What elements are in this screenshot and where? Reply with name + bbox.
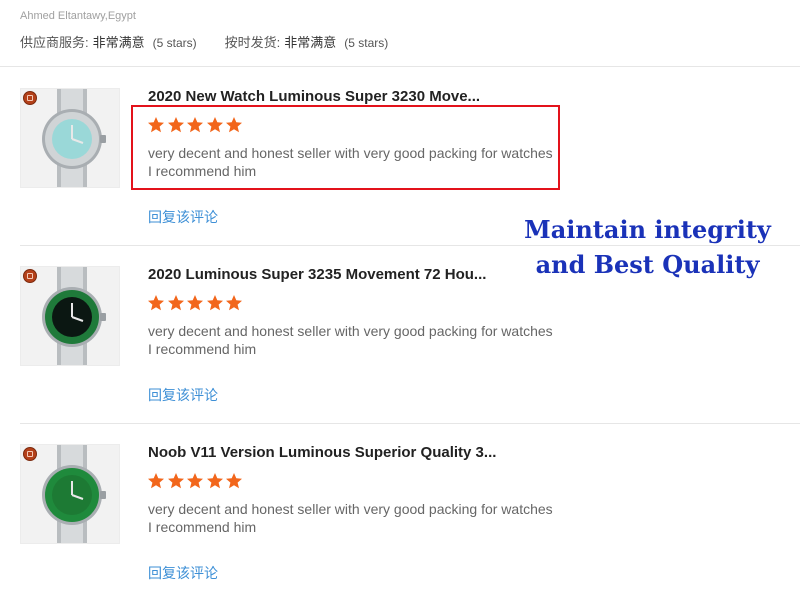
star-icon xyxy=(186,294,204,312)
star-icon xyxy=(225,294,243,312)
star-icon xyxy=(167,294,185,312)
watch-image xyxy=(21,89,119,187)
product-thumbnail[interactable] xyxy=(20,266,120,366)
header-divider xyxy=(0,66,800,67)
rating-value: 非常满意 xyxy=(92,35,145,50)
product-thumbnail[interactable] xyxy=(20,444,120,544)
star-icon xyxy=(206,472,224,490)
review-stars xyxy=(147,472,245,490)
promo-overlay-text: Maintain integrity and Best Quality xyxy=(520,212,775,282)
review-stars xyxy=(147,294,245,312)
review-divider xyxy=(20,423,800,424)
highlight-box xyxy=(131,105,560,190)
star-icon xyxy=(186,472,204,490)
product-thumbnail[interactable] xyxy=(20,88,120,188)
review-comment-line: I recommend him xyxy=(148,341,257,357)
rating-stars-text: (5 stars) xyxy=(344,36,389,50)
watch-image xyxy=(21,267,119,365)
review-comment-line: very decent and honest seller with very … xyxy=(148,501,553,517)
product-title[interactable]: 2020 Luminous Super 3235 Movement 72 Hou… xyxy=(148,266,486,283)
reply-to-review-link[interactable]: 回复该评论 xyxy=(148,563,218,583)
rating-label: 按时发货: xyxy=(224,35,281,50)
star-icon xyxy=(225,472,243,490)
rating-stars-text: (5 stars) xyxy=(152,36,197,50)
review-item: Noob V11 Version Luminous Superior Quali… xyxy=(20,444,800,600)
review-comment-line: I recommend him xyxy=(148,519,257,535)
product-title[interactable]: 2020 New Watch Luminous Super 3230 Move.… xyxy=(148,88,480,105)
rating-value: 非常满意 xyxy=(284,35,337,50)
review-item: 2020 Luminous Super 3235 Movement 72 Hou… xyxy=(20,266,800,444)
rating-label: 供应商服务: xyxy=(20,35,89,50)
star-icon xyxy=(167,472,185,490)
rating-supplier-service: 供应商服务: 非常满意 (5 stars) xyxy=(20,32,197,51)
rating-on-time-delivery: 按时发货: 非常满意 (5 stars) xyxy=(225,32,389,51)
seller-badge-icon xyxy=(23,91,37,105)
star-icon xyxy=(147,472,165,490)
star-icon xyxy=(147,294,165,312)
seller-badge-icon xyxy=(23,447,37,461)
reply-to-review-link[interactable]: 回复该评论 xyxy=(148,207,218,227)
overlay-line-2: and Best Quality xyxy=(535,250,760,279)
review-comment: very decent and honest seller with very … xyxy=(148,322,568,358)
star-icon xyxy=(206,294,224,312)
watch-image xyxy=(21,445,119,543)
review-comment-line: very decent and honest seller with very … xyxy=(148,323,553,339)
buyer-name: Ahmed Eltantawy,Egypt xyxy=(20,10,136,22)
seller-badge-icon xyxy=(23,269,37,283)
reply-to-review-link[interactable]: 回复该评论 xyxy=(148,385,218,405)
overlay-line-1: Maintain integrity xyxy=(524,215,771,244)
feedback-header: Ahmed Eltantawy,Egypt 供应商服务: 非常满意 (5 sta… xyxy=(20,10,780,51)
product-title[interactable]: Noob V11 Version Luminous Superior Quali… xyxy=(148,444,496,461)
review-comment: very decent and honest seller with very … xyxy=(148,500,568,536)
seller-ratings: 供应商服务: 非常满意 (5 stars) 按时发货: 非常满意 (5 star… xyxy=(20,32,780,51)
